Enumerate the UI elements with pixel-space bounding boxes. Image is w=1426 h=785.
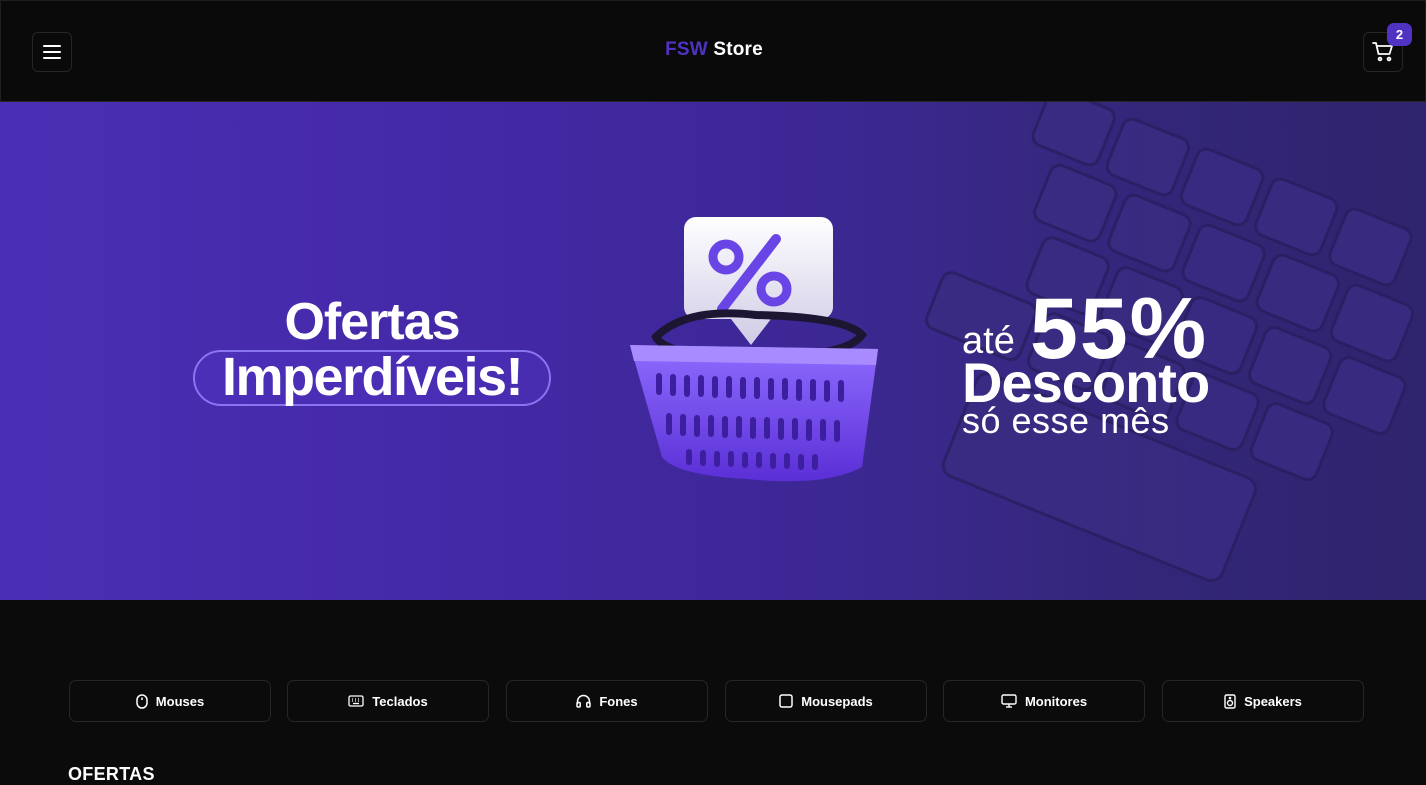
category-list: Mouses Teclados Fones Mousepads Monitore… bbox=[69, 680, 1365, 722]
category-button-mouses[interactable]: Mouses bbox=[69, 680, 271, 722]
discount-subtitle: só esse mês bbox=[962, 400, 1170, 441]
mouse-icon bbox=[136, 693, 148, 709]
cart-count-badge: 2 bbox=[1387, 23, 1412, 46]
top-header: FSW Store 2 bbox=[0, 0, 1426, 102]
category-button-monitores[interactable]: Monitores bbox=[943, 680, 1145, 722]
category-button-fones[interactable]: Fones bbox=[506, 680, 708, 722]
headphones-icon bbox=[576, 694, 592, 708]
keyboard-icon bbox=[348, 695, 364, 707]
category-label: Teclados bbox=[372, 693, 428, 709]
speaker-icon bbox=[1224, 693, 1236, 709]
promo-headline-line1: Ofertas bbox=[284, 293, 460, 351]
category-button-speakers[interactable]: Speakers bbox=[1162, 680, 1364, 722]
brand-rest-text: Store bbox=[707, 39, 763, 60]
shopping-basket-image bbox=[630, 217, 878, 482]
promo-headline-line2: Imperdíveis! bbox=[221, 347, 524, 407]
square-icon bbox=[779, 694, 793, 708]
monitor-icon bbox=[1001, 694, 1017, 708]
category-label: Mouses bbox=[155, 693, 205, 709]
category-label: Mousepads bbox=[801, 693, 873, 709]
store-logo[interactable]: FSW Store bbox=[1, 39, 1426, 61]
category-label: Speakers bbox=[1244, 693, 1302, 709]
category-button-mousepads[interactable]: Mousepads bbox=[725, 680, 927, 722]
category-button-teclados[interactable]: Teclados bbox=[287, 680, 489, 722]
brand-accent-text: FSW bbox=[665, 39, 708, 60]
category-label: Fones bbox=[599, 693, 638, 709]
promo-banner[interactable]: Ofertas Imperdíveis! até 55% Desconto só… bbox=[0, 102, 1426, 600]
category-label: Monitores bbox=[1024, 693, 1088, 709]
